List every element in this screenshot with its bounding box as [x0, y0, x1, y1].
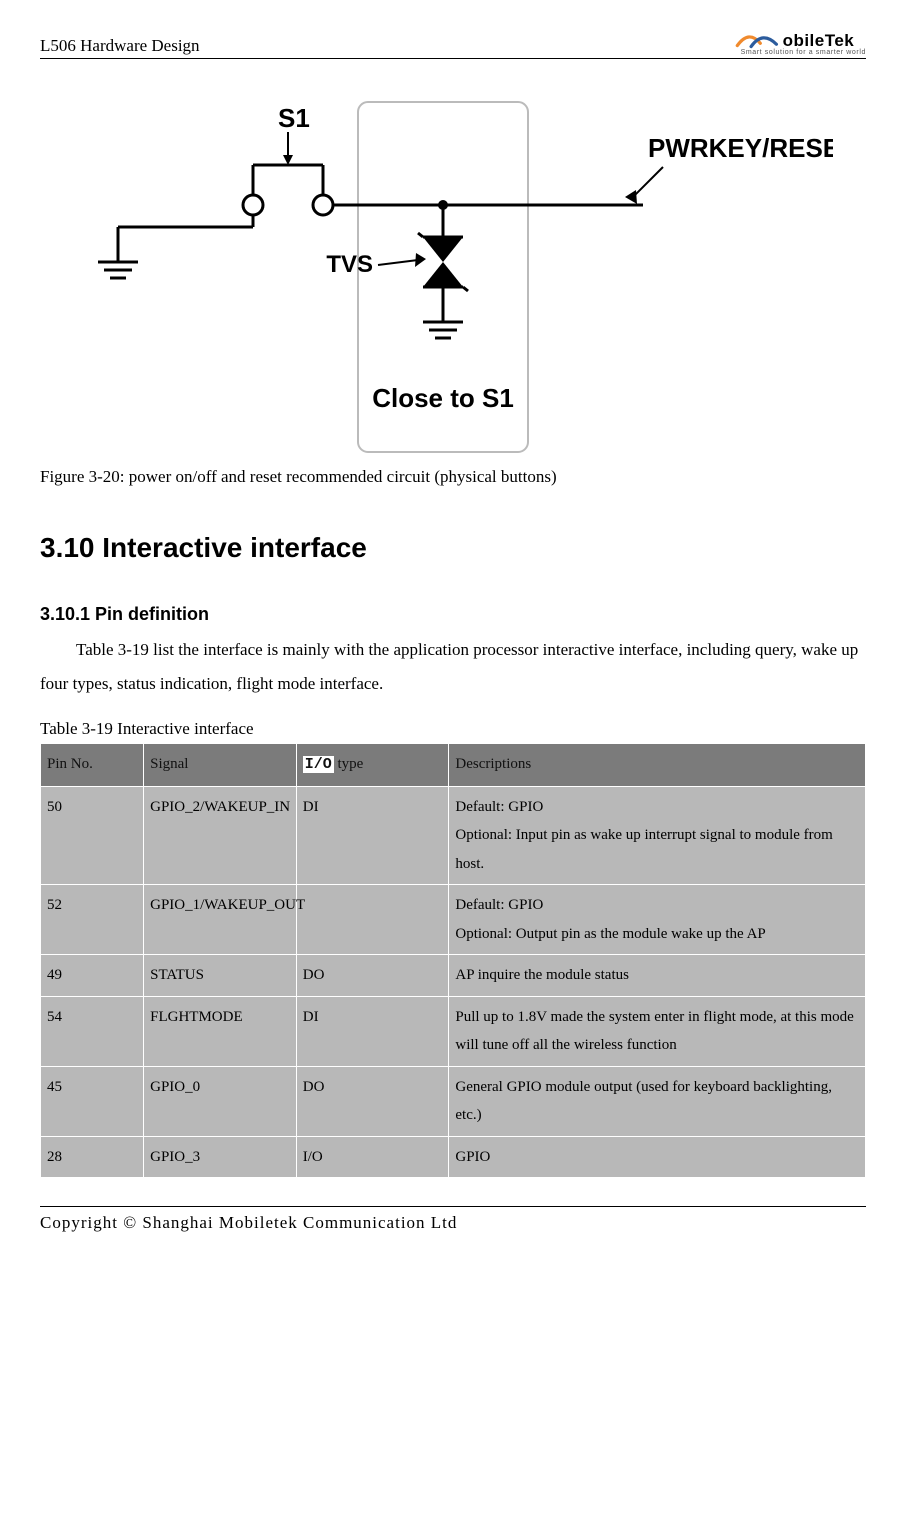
cell-io: DI — [296, 786, 449, 885]
table-header-row: Pin No. Signal I/O type Descriptions — [41, 744, 866, 787]
label-close-to-s1: Close to S1 — [372, 383, 514, 413]
page-footer: Copyright © Shanghai Mobiletek Communica… — [40, 1206, 866, 1233]
cell-pin: 49 — [41, 955, 144, 997]
table-row: 28 GPIO_3 I/O GPIO — [41, 1136, 866, 1178]
cell-desc: AP inquire the module status — [449, 955, 866, 997]
cell-io: DO — [296, 955, 449, 997]
th-io-type: I/O type — [296, 744, 449, 787]
brand-name: obileTek — [783, 31, 855, 51]
cell-signal: GPIO_3 — [144, 1136, 297, 1178]
cell-pin: 50 — [41, 786, 144, 885]
table-row: 50 GPIO_2/WAKEUP_IN DI Default: GPIOOpti… — [41, 786, 866, 885]
copyright-text: Copyright © Shanghai Mobiletek Communica… — [40, 1213, 457, 1232]
cell-signal: GPIO_1/WAKEUP_OUT — [144, 885, 297, 955]
subsection-heading: 3.10.1 Pin definition — [40, 604, 866, 625]
table-row: 54 FLGHTMODE DI Pull up to 1.8V made the… — [41, 996, 866, 1066]
th-desc: Descriptions — [449, 744, 866, 787]
cell-io: DI — [296, 996, 449, 1066]
cell-io: DO — [296, 1066, 449, 1136]
cell-signal: FLGHTMODE — [144, 996, 297, 1066]
th-signal: Signal — [144, 744, 297, 787]
cell-signal: STATUS — [144, 955, 297, 997]
cell-desc: Default: GPIOOptional: Input pin as wake… — [449, 786, 866, 885]
table-row: 49 STATUS DO AP inquire the module statu… — [41, 955, 866, 997]
io-rest: type — [334, 756, 364, 772]
cell-io: I/O — [296, 1136, 449, 1178]
doc-title: L506 Hardware Design — [40, 36, 200, 56]
cell-pin: 45 — [41, 1066, 144, 1136]
table-caption: Table 3-19 Interactive interface — [40, 719, 866, 739]
circuit-diagram: S1 PWRKEY/RESET — [73, 97, 833, 457]
cell-pin: 54 — [41, 996, 144, 1066]
circuit-figure: S1 PWRKEY/RESET — [40, 97, 866, 457]
brand-tagline: Smart solution for a smarter world — [741, 49, 866, 56]
cell-io — [296, 885, 449, 955]
cell-desc: Default: GPIOOptional: Output pin as the… — [449, 885, 866, 955]
label-tvs: TVS — [326, 251, 373, 278]
label-s1: S1 — [278, 103, 310, 133]
cell-desc: Pull up to 1.8V made the system enter in… — [449, 996, 866, 1066]
cell-desc: GPIO — [449, 1136, 866, 1178]
table-row: 52 GPIO_1/WAKEUP_OUT Default: GPIOOption… — [41, 885, 866, 955]
section-heading: 3.10 Interactive interface — [40, 532, 866, 564]
page-header: L506 Hardware Design obileTek Smart solu… — [40, 30, 866, 59]
cell-pin: 52 — [41, 885, 144, 955]
cell-signal: GPIO_0 — [144, 1066, 297, 1136]
io-code: I/O — [303, 756, 334, 773]
cell-pin: 28 — [41, 1136, 144, 1178]
label-pwrkey: PWRKEY/RESET — [648, 133, 833, 163]
interactive-interface-table: Pin No. Signal I/O type Descriptions 50 … — [40, 743, 866, 1178]
section-paragraph: Table 3-19 list the interface is mainly … — [40, 633, 866, 701]
brand-logo: obileTek Smart solution for a smarter wo… — [735, 30, 866, 56]
table-row: 45 GPIO_0 DO General GPIO module output … — [41, 1066, 866, 1136]
th-pin-no: Pin No. — [41, 744, 144, 787]
cell-signal: GPIO_2/WAKEUP_IN — [144, 786, 297, 885]
figure-caption: Figure 3-20: power on/off and reset reco… — [40, 467, 866, 487]
cell-desc: General GPIO module output (used for key… — [449, 1066, 866, 1136]
